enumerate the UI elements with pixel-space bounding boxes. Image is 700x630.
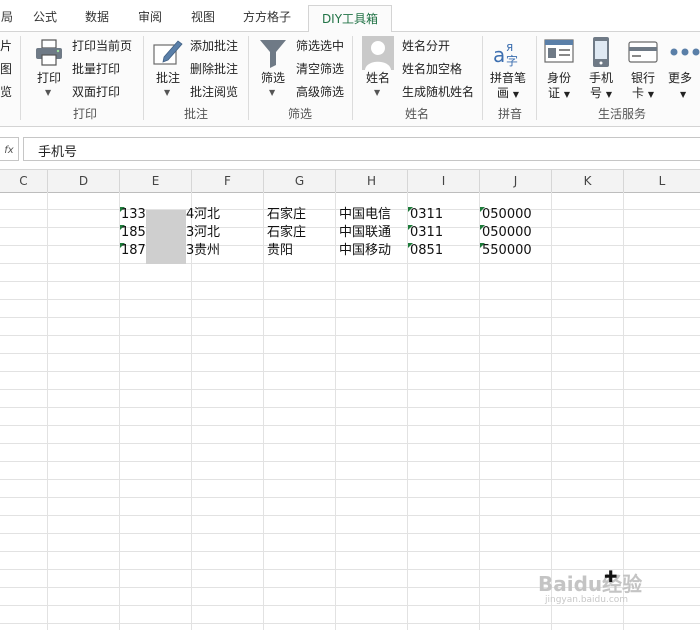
more-button[interactable]: 更多 ▼: [668, 71, 700, 102]
cell-i-1[interactable]: 0311: [410, 206, 443, 224]
tab-review[interactable]: 审阅: [131, 0, 169, 31]
tab-view[interactable]: 视图: [184, 0, 222, 31]
fx-icon[interactable]: fx: [0, 137, 19, 161]
life-service-group-label: 生活服务: [597, 107, 646, 121]
add-comment-button[interactable]: 添加批注: [190, 37, 238, 54]
cell-e-2[interactable]: 185: [121, 224, 146, 242]
filter-button[interactable]: 筛选: [256, 71, 290, 86]
clear-filter-button[interactable]: 清空筛选: [296, 60, 344, 77]
column-header-l[interactable]: L: [624, 170, 700, 192]
review-comments-button[interactable]: 批注阅览: [190, 83, 238, 100]
cell-f-3[interactable]: 贵州: [194, 242, 220, 260]
pinyin-group-label: 拼音: [497, 107, 522, 121]
ribbon: 片 图 览 打印 ▼ 打印当前页 批量打印 双面打印 打印 批注 ▼ 添加批注 …: [0, 32, 700, 127]
comment-button[interactable]: 批注: [150, 71, 186, 86]
random-name-button[interactable]: 生成随机姓名: [402, 83, 474, 100]
fx-label: fx: [4, 145, 14, 156]
watermark: Baidu经验: [538, 572, 643, 596]
comment-dropdown-caret-icon[interactable]: ▼: [164, 88, 170, 97]
svg-text:я: я: [506, 40, 513, 54]
person-avatar-icon: [362, 36, 394, 70]
printer-icon: [36, 39, 62, 66]
tab-data[interactable]: 数据: [78, 0, 116, 31]
column-header-row: C D E F G H I J K L: [0, 169, 700, 193]
tab-formulas[interactable]: 公式: [26, 0, 64, 31]
cell-j-3[interactable]: 550000: [482, 242, 532, 260]
id-card-button[interactable]: 身份证 ▼: [540, 71, 578, 102]
redaction-mask: [146, 210, 186, 264]
cell-e-3[interactable]: 187: [121, 242, 146, 260]
column-header-g[interactable]: G: [264, 170, 336, 192]
delete-comment-button[interactable]: 删除批注: [190, 60, 238, 77]
name-button[interactable]: 姓名: [360, 71, 396, 86]
cell-i-2[interactable]: 0311: [410, 224, 443, 242]
ribbon-cut-item-1[interactable]: 片: [0, 37, 12, 54]
svg-text:a: a: [493, 43, 505, 67]
name-group-label: 姓名: [404, 107, 429, 121]
advanced-filter-button[interactable]: 高级筛选: [296, 83, 344, 100]
split-name-button[interactable]: 姓名分开: [402, 37, 450, 54]
formula-value: 手机号: [38, 145, 78, 160]
column-header-i[interactable]: I: [408, 170, 480, 192]
column-header-f[interactable]: F: [192, 170, 264, 192]
cell-g-3[interactable]: 贵阳: [267, 242, 293, 260]
duplex-print-button[interactable]: 双面打印: [72, 83, 120, 100]
cursor-cross-icon: ✚: [604, 567, 618, 586]
cell-j-2[interactable]: 050000: [482, 224, 532, 242]
ribbon-cut-item-2[interactable]: 图: [0, 60, 12, 77]
tab-diy-toolbox[interactable]: DIY工具箱: [308, 5, 392, 34]
print-group-label: 打印: [72, 107, 97, 121]
print-button[interactable]: 打印: [32, 71, 66, 86]
watermark-url: jingyan.baidu.com: [545, 595, 629, 605]
cell-i-3[interactable]: 0851: [410, 242, 443, 260]
filter-group-label: 筛选: [287, 107, 312, 121]
column-header-d[interactable]: D: [48, 170, 120, 192]
column-header-k[interactable]: K: [552, 170, 624, 192]
column-header-e[interactable]: E: [120, 170, 192, 192]
cell-e-1[interactable]: 133: [121, 206, 146, 224]
bank-card-button[interactable]: 银行卡 ▼: [624, 71, 662, 102]
column-header-j[interactable]: J: [480, 170, 552, 192]
cell-h-2[interactable]: 中国联通: [339, 224, 391, 242]
column-header-c[interactable]: C: [0, 170, 48, 192]
mobile-phone-icon: [593, 37, 609, 67]
pinyin-icon: a я 字: [493, 40, 518, 67]
batch-print-button[interactable]: 批量打印: [72, 60, 120, 77]
cell-h-1[interactable]: 中国电信: [339, 206, 391, 224]
ribbon-cut-item-3[interactable]: 览: [0, 83, 12, 100]
print-current-page-button[interactable]: 打印当前页: [72, 37, 132, 54]
tab-layout-partial[interactable]: 局: [0, 0, 14, 31]
cell-g-1[interactable]: 石家庄: [267, 206, 306, 224]
formula-input[interactable]: 手机号: [23, 137, 700, 161]
cell-f-1[interactable]: 河北: [194, 206, 220, 224]
cell-j-1[interactable]: 050000: [482, 206, 532, 224]
filter-funnel-icon: [260, 40, 286, 68]
column-header-h[interactable]: H: [336, 170, 408, 192]
filter-selected-button[interactable]: 筛选选中: [296, 37, 344, 54]
name-dropdown-caret-icon[interactable]: ▼: [374, 88, 380, 97]
bank-card-icon: [628, 41, 658, 63]
svg-text:字: 字: [506, 53, 518, 67]
print-dropdown-caret-icon[interactable]: ▼: [45, 88, 51, 97]
comment-edit-icon: [153, 40, 183, 65]
comment-group-label: 批注: [183, 107, 208, 121]
name-add-space-button[interactable]: 姓名加空格: [402, 60, 462, 77]
tab-fangfang[interactable]: 方方格子: [235, 0, 299, 31]
cell-g-2[interactable]: 石家庄: [267, 224, 306, 242]
filter-dropdown-caret-icon[interactable]: ▼: [269, 88, 275, 97]
more-dots-icon: [670, 48, 700, 56]
pinyin-stroke-button[interactable]: 拼音笔画 ▼: [486, 71, 530, 102]
phone-number-button[interactable]: 手机号 ▼: [582, 71, 620, 102]
id-card-icon: [544, 39, 574, 63]
cell-h-3[interactable]: 中国移动: [339, 242, 391, 260]
ribbon-tab-bar: 局 公式 数据 审阅 视图 方方格子 DIY工具箱: [0, 0, 700, 34]
cell-f-2[interactable]: 河北: [194, 224, 220, 242]
